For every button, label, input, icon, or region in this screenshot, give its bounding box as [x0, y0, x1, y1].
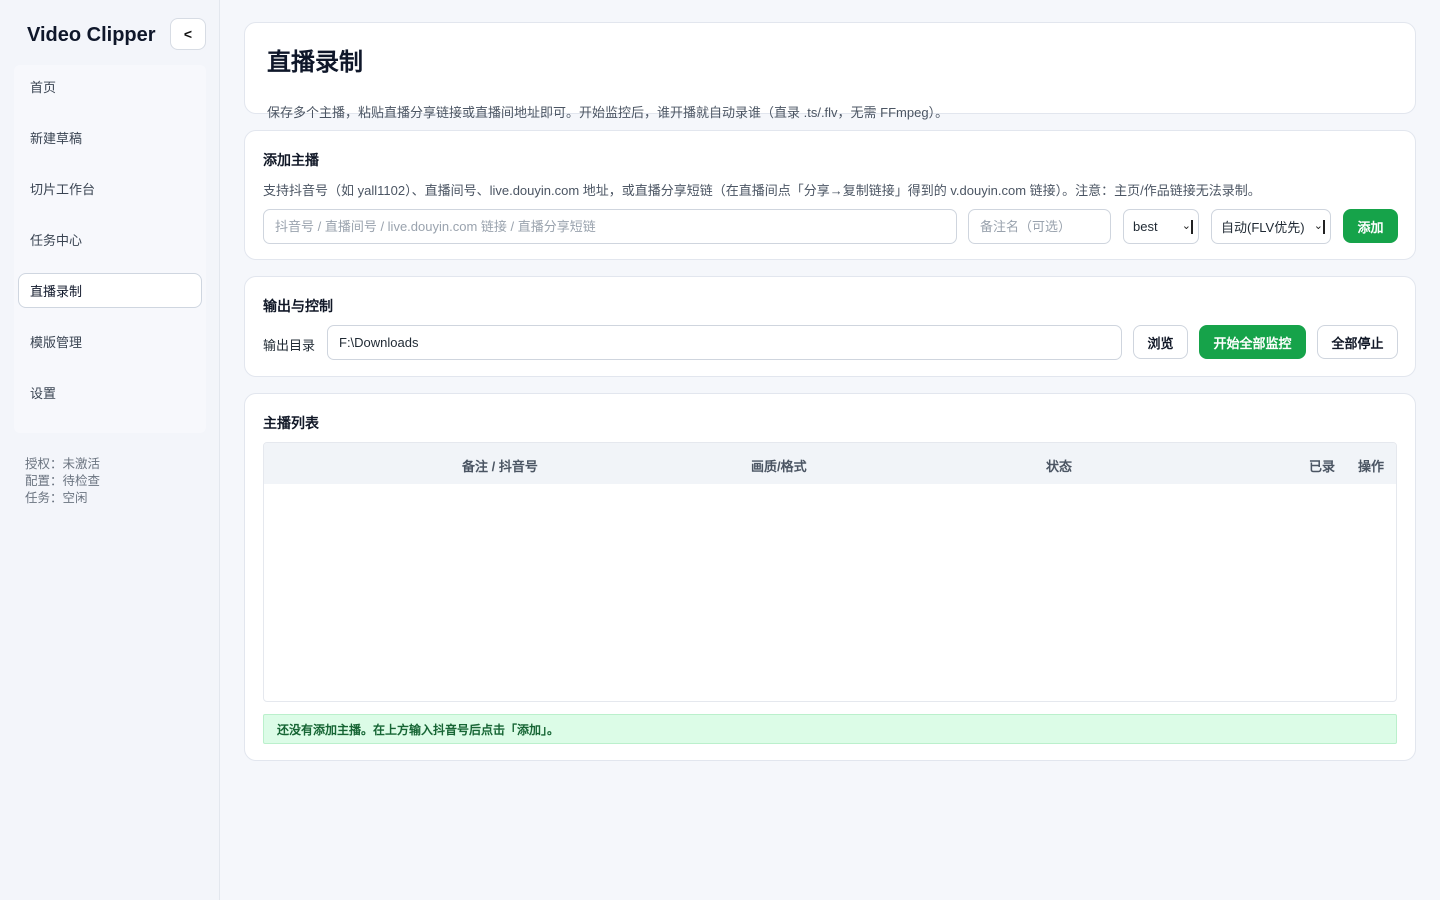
- streamer-table: 备注 / 抖音号 画质/格式 状态 已录 操作: [263, 442, 1397, 702]
- output-dir-label: 输出目录: [263, 338, 316, 353]
- add-streamer-title: 添加主播: [263, 152, 319, 168]
- add-streamer-button[interactable]: 添加: [1343, 209, 1398, 243]
- chevron-mark-icon: ⌄: [1181, 220, 1191, 232]
- add-streamer-card: 添加主播 支持抖音号（如 yall1102）、直播间号、live.douyin.…: [244, 130, 1416, 260]
- streamer-list-card: 主播列表 备注 / 抖音号 画质/格式 状态 已录 操作 还没有添加主播。在上方…: [244, 393, 1416, 761]
- output-control-card: 输出与控制 输出目录 浏览 开始全部监控 全部停止: [244, 276, 1416, 377]
- task-status: 任务：空闲: [25, 491, 88, 505]
- sidebar-item-settings[interactable]: 设置: [18, 375, 202, 410]
- quality-select[interactable]: best ⌄: [1123, 209, 1199, 244]
- config-status: 配置：待检查: [25, 474, 101, 488]
- browse-button[interactable]: 浏览: [1133, 325, 1188, 359]
- quality-select-value: best: [1133, 219, 1158, 234]
- sidebar-item-live-recording[interactable]: 直播录制: [18, 273, 202, 308]
- empty-list-message: 还没有添加主播。在上方输入抖音号后点击「添加」。: [263, 714, 1397, 744]
- sidebar-item-task-center[interactable]: 任务中心: [18, 222, 202, 257]
- sidebar-item-templates[interactable]: 模版管理: [18, 324, 202, 359]
- sidebar: Video Clipper < 首页 新建草稿 切片工作台 任务中心 直播录制 …: [0, 0, 220, 900]
- collapse-sidebar-button[interactable]: <: [170, 18, 206, 50]
- output-dir-input[interactable]: [327, 325, 1122, 360]
- column-note-douyin-id: 备注 / 抖音号: [462, 459, 538, 474]
- streamer-list-title: 主播列表: [263, 415, 319, 431]
- output-control-title: 输出与控制: [263, 298, 333, 314]
- sidebar-status: 授权：未激活 配置：待检查 任务：空闲: [25, 456, 100, 507]
- format-select[interactable]: 自动(FLV优先) ⌄: [1211, 209, 1331, 244]
- page-title: 直播录制: [267, 49, 363, 76]
- format-select-value: 自动(FLV优先): [1221, 220, 1305, 235]
- streamer-url-input[interactable]: [263, 209, 957, 244]
- license-status: 授权：未激活: [25, 457, 101, 471]
- add-streamer-hint: 支持抖音号（如 yall1102）、直播间号、live.douyin.com 地…: [263, 183, 1261, 198]
- table-header: 备注 / 抖音号 画质/格式 状态 已录 操作: [264, 443, 1396, 484]
- sidebar-item-clip-workbench[interactable]: 切片工作台: [18, 171, 202, 206]
- start-all-monitor-button[interactable]: 开始全部监控: [1199, 325, 1306, 359]
- column-status: 状态: [1046, 459, 1073, 474]
- sidebar-item-home[interactable]: 首页: [18, 69, 202, 104]
- column-recorded: 已录: [1309, 459, 1336, 474]
- sidebar-nav: 首页 新建草稿 切片工作台 任务中心 直播录制 模版管理 设置: [14, 65, 206, 433]
- chevron-mark-icon: ⌄: [1313, 220, 1323, 232]
- sidebar-item-new-draft[interactable]: 新建草稿: [18, 120, 202, 155]
- app-brand: Video Clipper: [27, 24, 156, 46]
- column-actions: 操作: [1358, 459, 1385, 474]
- stop-all-button[interactable]: 全部停止: [1317, 325, 1398, 359]
- page-description: 保存多个主播，粘贴直播分享链接或直播间地址即可。开始监控后，谁开播就自动录谁（直…: [267, 105, 949, 120]
- streamer-note-input[interactable]: [968, 209, 1111, 244]
- column-quality-format: 画质/格式: [751, 459, 807, 474]
- header-card: 直播录制 保存多个主播，粘贴直播分享链接或直播间地址即可。开始监控后，谁开播就自…: [244, 22, 1416, 120]
